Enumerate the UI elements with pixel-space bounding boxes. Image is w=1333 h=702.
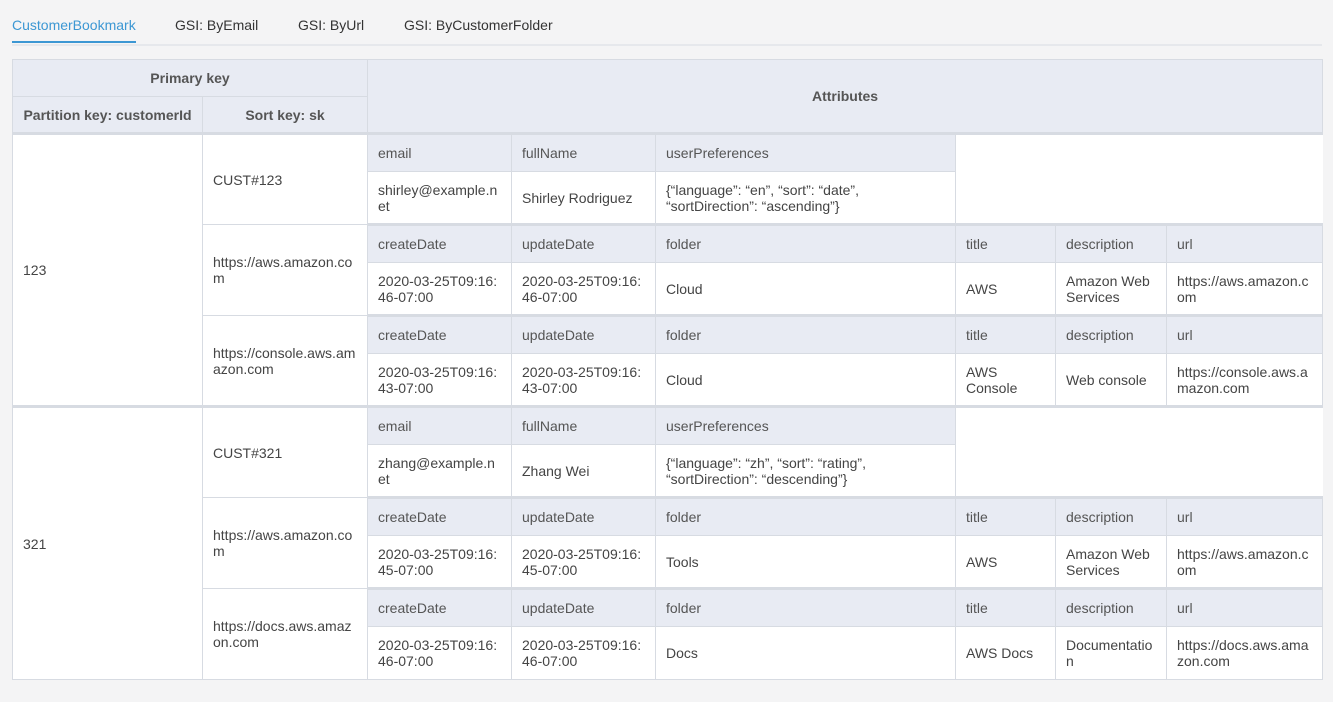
attribute-name: fullName xyxy=(511,132,656,172)
empty-cell xyxy=(955,132,1323,225)
sort-key-cell: https://docs.aws.amazon.com xyxy=(202,588,368,680)
tab-gsi-by-customer-folder[interactable]: GSI: ByCustomerFolder xyxy=(404,17,553,33)
partition-key-header: Partition key: customerId xyxy=(12,96,203,134)
attribute-value: Cloud xyxy=(655,262,956,316)
attribute-name: userPreferences xyxy=(655,405,956,445)
sort-key-cell: https://aws.amazon.com xyxy=(202,224,368,316)
attribute-name: createDate xyxy=(367,496,512,536)
attribute-value: https://console.aws.amazon.com xyxy=(1165,353,1324,407)
attribute-name: updateDate xyxy=(511,314,656,354)
sort-key-cell: https://aws.amazon.com xyxy=(202,497,368,589)
attribute-name: url xyxy=(1165,587,1324,627)
attribute-name: email xyxy=(367,132,512,172)
attribute-name: updateDate xyxy=(511,496,656,536)
attribute-value: Zhang Wei xyxy=(511,444,656,498)
attribute-value: 2020-03-25T09:16:43-07:00 xyxy=(511,353,656,407)
attribute-name: updateDate xyxy=(511,587,656,627)
sort-key-cell: https://console.aws.amazon.com xyxy=(202,315,368,407)
attribute-name: createDate xyxy=(367,223,512,263)
attribute-value: {“language”: “zh”, “sort”: “rating”, “so… xyxy=(655,444,956,498)
attribute-name: title xyxy=(955,587,1056,627)
sort-key-cell: CUST#321 xyxy=(202,405,368,498)
attribute-value: Amazon Web Services xyxy=(1055,535,1167,589)
partition-key-cell: 123 xyxy=(12,132,203,407)
tab-gsi-by-email[interactable]: GSI: ByEmail xyxy=(175,17,258,33)
attribute-name: url xyxy=(1165,223,1324,263)
active-tab-indicator xyxy=(12,41,136,43)
attribute-value: Web console xyxy=(1055,353,1167,407)
attribute-name: description xyxy=(1055,314,1167,354)
attribute-value: https://docs.aws.amazon.com xyxy=(1165,626,1324,680)
attribute-name: userPreferences xyxy=(655,132,956,172)
attribute-value: 2020-03-25T09:16:46-07:00 xyxy=(511,262,656,316)
attribute-value: shirley@example.net xyxy=(367,171,512,225)
partition-key-cell: 321 xyxy=(12,405,203,680)
table-container: Primary key Attributes Partition key: cu… xyxy=(12,59,1324,685)
attribute-name: title xyxy=(955,314,1056,354)
attribute-name: email xyxy=(367,405,512,445)
sort-key-header: Sort key: sk xyxy=(202,96,368,134)
attribute-name: createDate xyxy=(367,587,512,627)
data-model-table: Primary key Attributes Partition key: cu… xyxy=(12,59,1324,680)
attribute-value: Shirley Rodriguez xyxy=(511,171,656,225)
attribute-value: 2020-03-25T09:16:43-07:00 xyxy=(367,353,512,407)
attribute-value: 2020-03-25T09:16:46-07:00 xyxy=(367,262,512,316)
empty-cell xyxy=(955,405,1323,498)
attribute-name: title xyxy=(955,496,1056,536)
attribute-value: AWS xyxy=(955,535,1056,589)
attribute-value: AWS Docs xyxy=(955,626,1056,680)
sort-key-cell: CUST#123 xyxy=(202,132,368,225)
attribute-name: createDate xyxy=(367,314,512,354)
attributes-header: Attributes xyxy=(366,59,1324,134)
attribute-value: https://aws.amazon.com xyxy=(1165,262,1324,316)
attribute-name: description xyxy=(1055,223,1167,263)
attribute-name: folder xyxy=(655,314,956,354)
attribute-value: {“language”: “en”, “sort”: “date”, “sort… xyxy=(655,171,956,225)
attribute-value: Docs xyxy=(655,626,956,680)
tab-gsi-by-url[interactable]: GSI: ByUrl xyxy=(298,17,364,33)
attribute-name: url xyxy=(1165,314,1324,354)
attribute-value: Tools xyxy=(655,535,956,589)
attribute-value: Cloud xyxy=(655,353,956,407)
tab-bar: CustomerBookmark GSI: ByEmail GSI: ByUrl… xyxy=(12,0,1322,46)
attribute-value: Amazon Web Services xyxy=(1055,262,1167,316)
attribute-value: AWS xyxy=(955,262,1056,316)
attribute-name: title xyxy=(955,223,1056,263)
attribute-name: description xyxy=(1055,496,1167,536)
attribute-name: updateDate xyxy=(511,223,656,263)
attribute-name: description xyxy=(1055,587,1167,627)
attribute-value: zhang@example.net xyxy=(367,444,512,498)
attribute-value: 2020-03-25T09:16:46-07:00 xyxy=(511,626,656,680)
attribute-name: folder xyxy=(655,223,956,263)
attribute-value: AWS Console xyxy=(955,353,1056,407)
attribute-value: https://aws.amazon.com xyxy=(1165,535,1324,589)
attribute-name: folder xyxy=(655,496,956,536)
attribute-value: Documentation xyxy=(1055,626,1167,680)
attribute-value: 2020-03-25T09:16:45-07:00 xyxy=(367,535,512,589)
primary-key-header: Primary key xyxy=(12,59,368,97)
attribute-value: 2020-03-25T09:16:46-07:00 xyxy=(367,626,512,680)
tab-customer-bookmark[interactable]: CustomerBookmark xyxy=(12,17,136,33)
attribute-name: folder xyxy=(655,587,956,627)
attribute-value: 2020-03-25T09:16:45-07:00 xyxy=(511,535,656,589)
attribute-name: fullName xyxy=(511,405,656,445)
attribute-name: url xyxy=(1165,496,1324,536)
